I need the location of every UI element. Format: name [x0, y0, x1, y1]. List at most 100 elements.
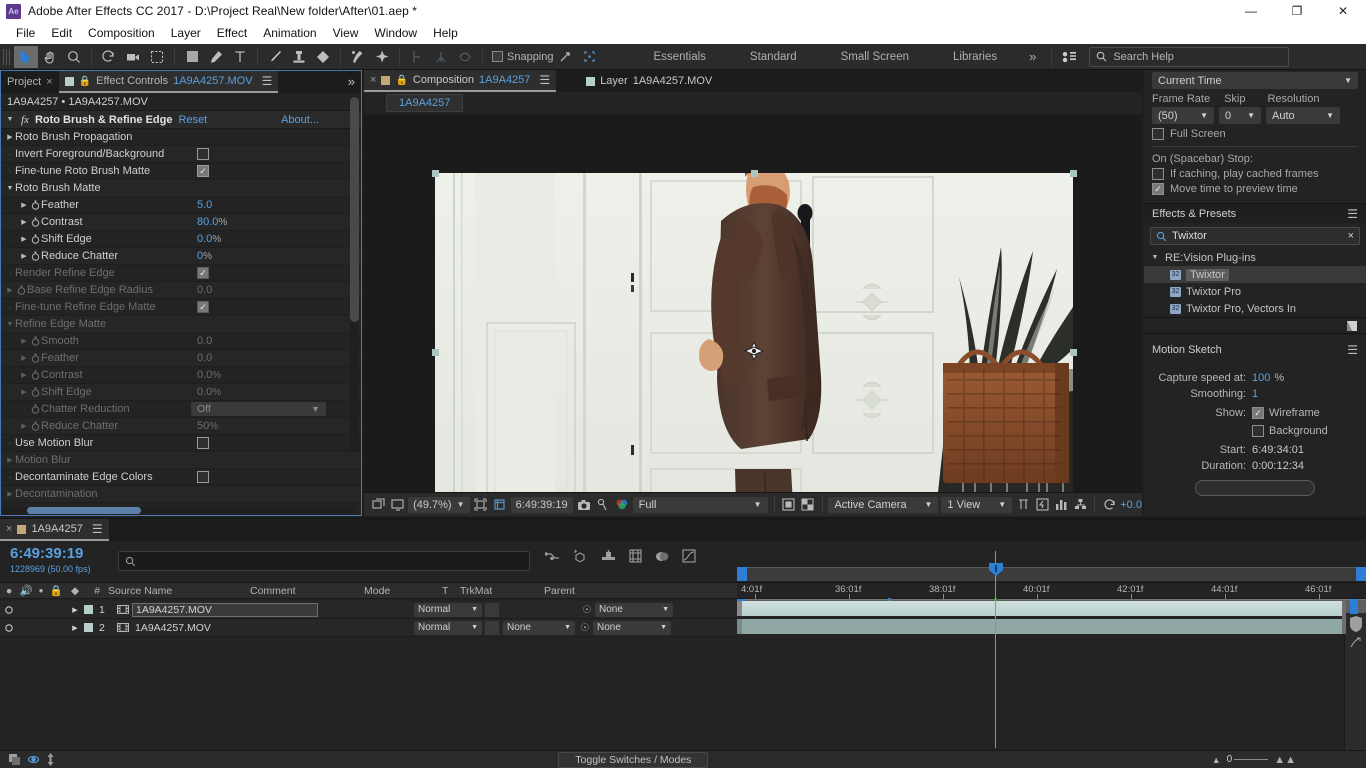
- tab-layer[interactable]: Layer 1A9A4257.MOV: [580, 70, 718, 92]
- effect-property-row[interactable]: · Decontaminate Edge Colors: [1, 469, 361, 486]
- transparency-grid-icon[interactable]: [800, 496, 816, 514]
- effect-reset-button[interactable]: Reset: [178, 114, 207, 126]
- pixel-aspect-icon[interactable]: [1015, 496, 1031, 514]
- snapping-toggle[interactable]: Snapping: [492, 51, 554, 63]
- views-select[interactable]: 1 View ▼: [941, 496, 1013, 513]
- disclosure-triangle-icon[interactable]: ▶: [19, 388, 29, 396]
- column-trkmat[interactable]: TrkMat: [460, 585, 544, 597]
- disclosure-triangle-icon[interactable]: ▶: [19, 252, 29, 260]
- effect-property-row[interactable]: ▶ Contrast 0.0%: [1, 367, 361, 384]
- mask-tool-icon[interactable]: [453, 46, 477, 68]
- tab-timeline-comp[interactable]: × 1A9A4257 ☰: [0, 519, 109, 541]
- viewer-stage[interactable]: [435, 173, 1073, 492]
- layer2-visibility-icon[interactable]: [0, 619, 18, 637]
- effect-property-row[interactable]: ▶ Smooth 0.0: [1, 333, 361, 350]
- shy-layers-icon[interactable]: [655, 550, 669, 563]
- composition-chip[interactable]: 1A9A4257: [386, 94, 464, 112]
- zoom-out-icon[interactable]: ▲: [1212, 755, 1221, 765]
- pan-behind-tool-icon[interactable]: [145, 46, 169, 68]
- work-area-bar[interactable]: [737, 567, 1366, 581]
- stopwatch-icon[interactable]: [29, 217, 41, 227]
- selection-handle-tc[interactable]: [751, 170, 758, 177]
- pen-tool-icon[interactable]: [204, 46, 228, 68]
- zoom-tool-icon[interactable]: [62, 46, 86, 68]
- property-value[interactable]: 0.0: [197, 284, 212, 296]
- brush-tool-icon[interactable]: [263, 46, 287, 68]
- comp-lock-icon[interactable]: 🔒: [395, 75, 407, 86]
- stopwatch-icon[interactable]: [29, 251, 41, 261]
- panel-overflow-icon[interactable]: »: [348, 74, 355, 89]
- timeline-comp-flowchart-icon[interactable]: [8, 753, 21, 766]
- keyframe-marker-1[interactable]: [888, 598, 891, 601]
- column-source-name[interactable]: Source Name: [108, 585, 250, 597]
- fast-preview-icon[interactable]: [1034, 496, 1050, 514]
- always-preview-icon[interactable]: [370, 496, 386, 514]
- effects-presets-menu-icon[interactable]: ☰: [1347, 207, 1358, 221]
- search-help-field[interactable]: Search Help: [1089, 46, 1290, 67]
- property-checkbox[interactable]: ✓: [197, 165, 209, 177]
- viewer-timecode[interactable]: 6:49:39:19: [510, 496, 573, 513]
- effect-property-row[interactable]: ▶ Reduce Chatter 0%: [1, 248, 361, 265]
- disclosure-triangle-icon[interactable]: ▶: [5, 133, 15, 141]
- layer2-expand-icon[interactable]: ▶: [66, 619, 84, 637]
- disclosure-triangle-icon[interactable]: ▶: [19, 422, 29, 430]
- timeline-current-time[interactable]: 6:49:39:19: [10, 545, 83, 562]
- workspace-standard[interactable]: Standard: [728, 48, 819, 66]
- disclosure-triangle-icon[interactable]: ▶: [5, 286, 15, 294]
- stopwatch-icon[interactable]: [29, 336, 41, 346]
- disclosure-triangle-icon[interactable]: ▶: [19, 235, 29, 243]
- effect-disclosure-icon[interactable]: ▼: [5, 116, 15, 123]
- menu-edit[interactable]: Edit: [43, 24, 80, 42]
- column-mode[interactable]: Mode: [364, 585, 442, 597]
- effect-header[interactable]: ▼ fx Roto Brush & Refine Edge Reset Abou…: [1, 111, 361, 129]
- property-value[interactable]: 50%: [197, 420, 218, 432]
- property-checkbox[interactable]: [197, 148, 209, 160]
- property-value[interactable]: 0.0%: [197, 386, 221, 398]
- property-value[interactable]: 0%: [197, 250, 212, 262]
- puppet-pin-tool-icon[interactable]: [370, 46, 394, 68]
- selection-handle-ml[interactable]: [432, 349, 439, 356]
- selection-handle-mr[interactable]: [1070, 349, 1077, 356]
- property-value[interactable]: 0.0: [197, 335, 212, 347]
- if-caching-checkbox[interactable]: [1152, 168, 1164, 180]
- zoom-in-icon[interactable]: ▲▲: [1274, 754, 1296, 766]
- smoothing-value[interactable]: 1: [1252, 388, 1258, 400]
- effect-property-row[interactable]: · Invert Foreground/Background: [1, 146, 361, 163]
- stopwatch-icon[interactable]: [29, 421, 41, 431]
- disclosure-triangle-icon[interactable]: ▶: [19, 337, 29, 345]
- layer2-label-color[interactable]: [84, 623, 93, 632]
- snap-arrow-icon[interactable]: [554, 46, 578, 68]
- timeline-graph-icon[interactable]: [1053, 496, 1069, 514]
- new-folder-icon[interactable]: [1346, 320, 1358, 332]
- anchor-tool-icon[interactable]: [429, 46, 453, 68]
- lock-icon[interactable]: 🔒: [79, 76, 91, 87]
- tab-project[interactable]: Project ×: [1, 71, 59, 93]
- effect-property-row[interactable]: ▶ Decontamination: [1, 486, 361, 503]
- clip-out-handle[interactable]: [1342, 601, 1346, 634]
- layer-expand-icon[interactable]: ▶: [66, 601, 84, 619]
- effect-property-row[interactable]: · Use Motion Blur: [1, 435, 361, 452]
- effect-property-row[interactable]: · Render Refine Edge ✓: [1, 265, 361, 282]
- disclosure-triangle-icon[interactable]: ▶: [5, 456, 15, 464]
- timeline-track-area[interactable]: [737, 614, 1366, 754]
- timeline-ruler[interactable]: 4:01f 36:01f 38:01f 40:01f 42:01f 44:01f 46:01…: [737, 583, 1366, 599]
- menu-layer[interactable]: Layer: [163, 24, 209, 42]
- property-checkbox[interactable]: ✓: [197, 301, 209, 313]
- disclosure-triangle-icon[interactable]: ▶: [19, 218, 29, 226]
- effect-property-row[interactable]: ▶ Roto Brush Propagation: [1, 129, 361, 146]
- effect-property-row[interactable]: ▶ Contrast 80.0%: [1, 214, 361, 231]
- composition-panel-menu-icon[interactable]: ☰: [539, 73, 550, 87]
- stopwatch-icon[interactable]: [29, 387, 41, 397]
- clone-stamp-tool-icon[interactable]: [287, 46, 311, 68]
- property-value[interactable]: 5.0: [197, 199, 212, 211]
- stopwatch-icon[interactable]: [29, 353, 41, 363]
- show-snapshot-icon[interactable]: [595, 496, 611, 514]
- eraser-tool-icon[interactable]: [311, 46, 335, 68]
- parent-pick-whip-icon[interactable]: ☉: [579, 604, 595, 616]
- graph-editor-link-icon[interactable]: [545, 550, 560, 563]
- property-checkbox[interactable]: [197, 437, 209, 449]
- minimize-button[interactable]: —: [1228, 0, 1274, 22]
- timeline-tab-close-icon[interactable]: ×: [6, 523, 12, 535]
- full-screen-checkbox[interactable]: [1152, 128, 1164, 140]
- effect-item-twixtor[interactable]: 32 Twixtor: [1144, 266, 1366, 283]
